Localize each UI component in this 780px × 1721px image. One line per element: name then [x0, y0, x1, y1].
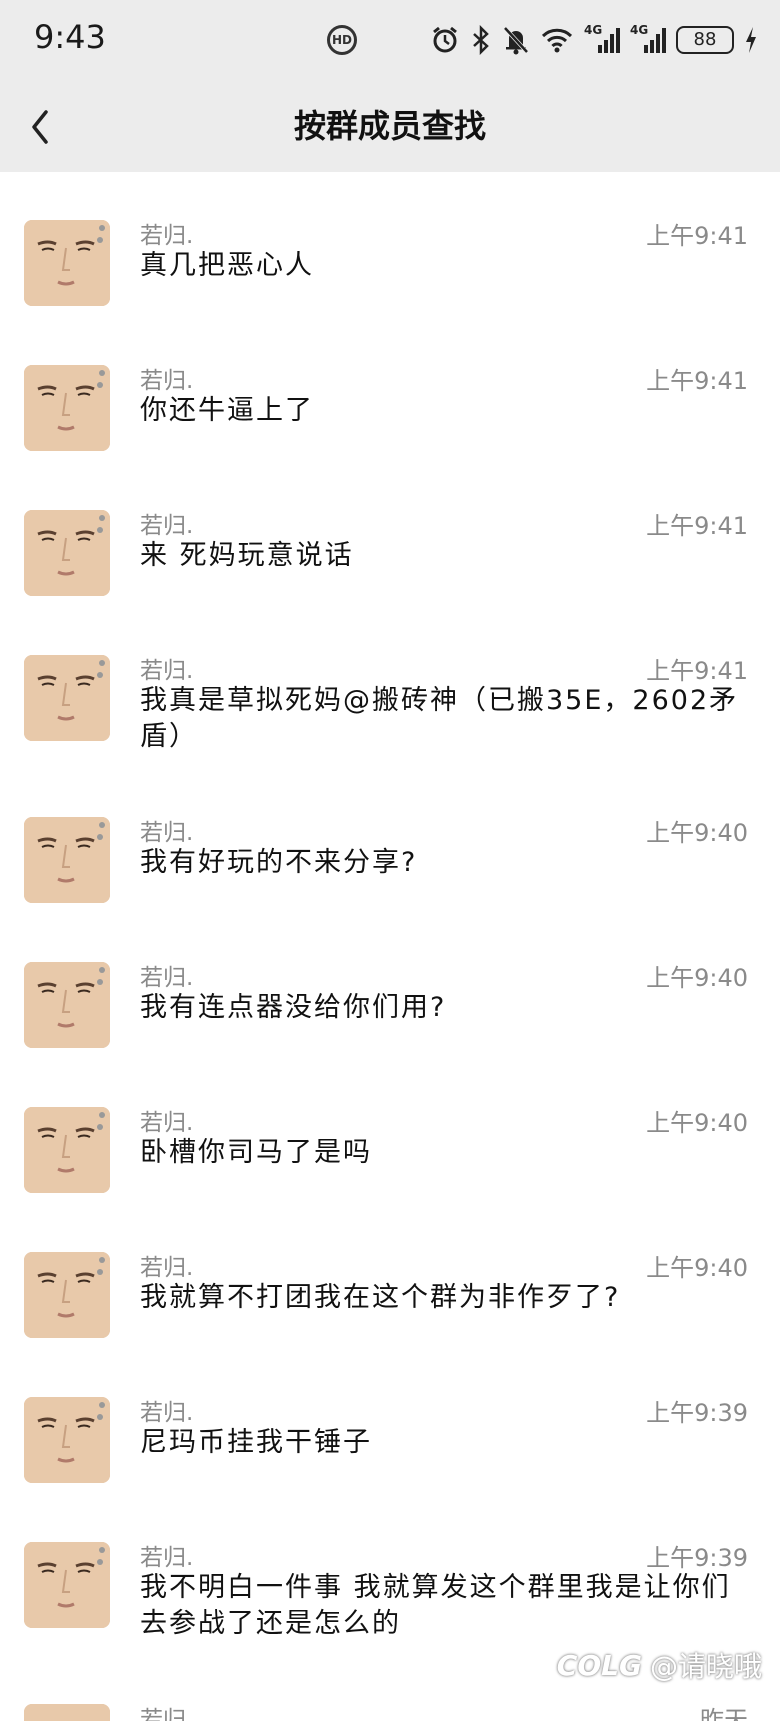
list-item[interactable]: 若归. 上午9:40 我就算不打团我在这个群为非作歹了?	[0, 1204, 780, 1349]
mute-bell-icon	[503, 26, 529, 55]
watermark-handle: @请晓哦	[649, 1650, 762, 1683]
message-time: 上午9:41	[646, 222, 748, 250]
list-item[interactable]: 若归. 上午9:39 尼玛币挂我干锤子	[0, 1349, 780, 1494]
avatar	[24, 365, 110, 451]
avatar	[24, 1704, 110, 1721]
message-time: 上午9:41	[646, 367, 748, 395]
list-item[interactable]: 若归. 上午9:41 你还牛逼上了	[0, 317, 780, 462]
sender-name: 若归.	[140, 368, 194, 394]
sender-name: 若归.	[140, 820, 194, 846]
list-item[interactable]: 若归. 上午9:41 真几把恶心人	[0, 172, 780, 317]
message-text: 我就算不打团我在这个群为非作歹了?	[140, 1282, 621, 1313]
list-item[interactable]: 若归. 上午9:41 来 死妈玩意说话	[0, 462, 780, 607]
message-time: 上午9:40	[646, 1254, 748, 1282]
list-item[interactable]: 若归. 上午9:40 我有好玩的不来分享?	[0, 769, 780, 914]
cellular-4g-icon: 4G	[630, 23, 666, 55]
sender-name: 若归.	[140, 658, 194, 684]
alarm-icon	[433, 26, 457, 53]
nav-bar: 按群成员查找	[0, 82, 780, 172]
status-time: 9:43	[34, 18, 106, 56]
message-text: 我有连点器没给你们用?	[140, 992, 447, 1023]
avatar	[24, 220, 110, 306]
message-text: 尼玛币挂我干锤子	[140, 1427, 372, 1458]
sender-name: 若归.	[140, 1400, 194, 1426]
message-time: 上午9:41	[646, 657, 748, 685]
list-item[interactable]: 若归. 上午9:40 卧槽你司马了是吗	[0, 1059, 780, 1204]
sender-name: 若归.	[140, 1707, 194, 1721]
avatar	[24, 1252, 110, 1338]
cellular-4g-icon: 4G	[584, 23, 620, 55]
message-text: 卧槽你司马了是吗	[140, 1137, 372, 1168]
list-item[interactable]: 若归. 上午9:39 我不明白一件事 我就算发这个群里我是让你们去参战了还是怎么…	[0, 1494, 780, 1656]
hd-call-icon: HD	[327, 25, 357, 55]
message-text: 我真是草拟死妈@搬砖神（已搬35E，2602矛盾）	[140, 685, 739, 752]
avatar	[24, 1397, 110, 1483]
list-item[interactable]: 若归. 上午9:40 我有连点器没给你们用?	[0, 914, 780, 1059]
message-time: 上午9:41	[646, 512, 748, 540]
sender-name: 若归.	[140, 223, 194, 249]
avatar	[24, 1542, 110, 1628]
avatar	[24, 1107, 110, 1193]
battery-icon: 88	[676, 26, 734, 54]
message-time: 上午9:40	[646, 819, 748, 847]
message-text: 我有好玩的不来分享?	[140, 847, 418, 878]
status-bar: 9:43 HD 4G 4G 88	[0, 0, 780, 82]
page-title: 按群成员查找	[293, 107, 486, 145]
avatar	[24, 655, 110, 741]
avatar	[24, 817, 110, 903]
message-text: 我不明白一件事 我就算发这个群里我是让你们去参战了还是怎么的	[140, 1572, 731, 1639]
sender-name: 若归.	[140, 1545, 194, 1571]
message-text: 你还牛逼上了	[140, 395, 314, 426]
wifi-icon	[541, 28, 573, 53]
message-time: 昨天	[700, 1706, 748, 1721]
message-time: 上午9:39	[646, 1399, 748, 1427]
sender-name: 若归.	[140, 1255, 194, 1281]
bluetooth-icon	[473, 25, 489, 55]
message-time: 上午9:39	[646, 1544, 748, 1572]
watermark-logo: COLG	[556, 1648, 642, 1682]
charging-icon	[746, 27, 756, 53]
watermark: COLG @请晓哦	[557, 1645, 762, 1685]
list-item[interactable]: 若归. 上午9:41 我真是草拟死妈@搬砖神（已搬35E，2602矛盾）	[0, 607, 780, 769]
status-icons: 4G 4G 88	[430, 22, 758, 58]
message-time: 上午9:40	[646, 1109, 748, 1137]
message-text: 来 死妈玩意说话	[140, 540, 354, 571]
avatar	[24, 962, 110, 1048]
sender-name: 若归.	[140, 513, 194, 539]
sender-name: 若归.	[140, 965, 194, 991]
message-time: 上午9:40	[646, 964, 748, 992]
avatar	[24, 510, 110, 596]
sender-name: 若归.	[140, 1110, 194, 1136]
message-text: 真几把恶心人	[140, 250, 314, 281]
